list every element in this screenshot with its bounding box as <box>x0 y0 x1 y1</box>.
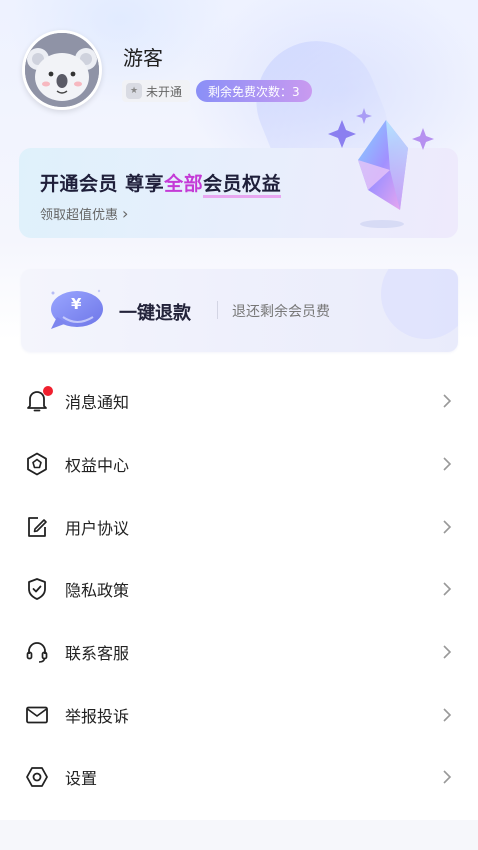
menu-item-label: 设置 <box>65 769 98 789</box>
profile-page: 游客 ★ 未开通 剩余免费次数：3 开通会员 尊享全部会员权益 领取超值优惠 › <box>0 0 478 850</box>
avatar[interactable] <box>22 30 102 110</box>
chevron-right-icon <box>443 457 452 471</box>
vip-title-highlight: 全部 <box>164 173 204 195</box>
settings-menu: 消息通知 权益中心 用户协议 隐私政策 联系客服 举报投诉 设置 <box>0 370 478 809</box>
divider <box>217 301 218 319</box>
hexagon-badge-icon <box>24 451 50 477</box>
menu-item-benefits[interactable]: 权益中心 <box>0 433 478 496</box>
username: 游客 <box>123 46 163 70</box>
free-count-badge: 剩余免费次数：3 <box>196 80 312 102</box>
refund-description: 退还剩余会员费 <box>232 304 330 320</box>
menu-item-label: 联系客服 <box>65 644 130 664</box>
vip-title-prefix: 开通会员 尊享 <box>40 173 165 195</box>
chevron-right-icon: › <box>122 204 129 223</box>
menu-item-settings[interactable]: 设置 <box>0 746 478 809</box>
menu-item-customer-service[interactable]: 联系客服 <box>0 621 478 684</box>
envelope-icon <box>24 702 50 728</box>
chevron-right-icon <box>443 582 452 596</box>
membership-status-label: 未开通 <box>146 84 183 99</box>
edit-document-icon <box>24 514 50 540</box>
crystal-decoration-icon <box>328 108 434 228</box>
bell-icon <box>24 386 53 414</box>
notification-dot <box>43 386 53 397</box>
chevron-right-icon <box>443 770 452 785</box>
menu-item-privacy-policy[interactable]: 隐私政策 <box>0 558 478 621</box>
menu-item-report-complaint[interactable]: 举报投诉 <box>0 683 478 746</box>
chevron-right-icon <box>443 520 452 534</box>
menu-item-user-agreement[interactable]: 用户协议 <box>0 495 478 558</box>
membership-status-badge: ★ 未开通 <box>122 80 191 102</box>
koala-avatar-icon <box>25 33 99 107</box>
settings-hexagon-icon <box>24 764 50 790</box>
chevron-right-icon <box>443 708 452 722</box>
menu-item-label: 隐私政策 <box>65 581 130 601</box>
background-decoration <box>381 269 458 339</box>
shield-check-icon <box>24 576 50 602</box>
menu-item-label: 消息通知 <box>65 393 130 413</box>
menu-item-label: 举报投诉 <box>65 706 130 726</box>
vip-subtitle: 领取超值优惠 <box>40 208 119 223</box>
menu-item-label: 用户协议 <box>65 518 130 538</box>
star-icon: ★ <box>126 83 142 99</box>
vip-title: 开通会员 尊享全部会员权益 <box>40 169 282 198</box>
headset-icon <box>24 639 50 665</box>
free-count-label: 剩余免费次数：3 <box>208 84 300 99</box>
chevron-right-icon <box>443 394 452 408</box>
yuan-symbol: ¥ <box>71 295 82 313</box>
menu-item-notifications[interactable]: 消息通知 <box>0 370 478 433</box>
refund-title: 一键退款 <box>119 303 191 324</box>
chevron-right-icon <box>443 645 452 659</box>
vip-offer-link[interactable]: 领取超值优惠 › <box>40 204 128 223</box>
vip-title-suffix: 会员权益 <box>203 173 282 198</box>
refund-card[interactable]: ¥ 一键退款 退还剩余会员费 <box>21 269 458 352</box>
menu-item-label: 权益中心 <box>65 456 130 476</box>
